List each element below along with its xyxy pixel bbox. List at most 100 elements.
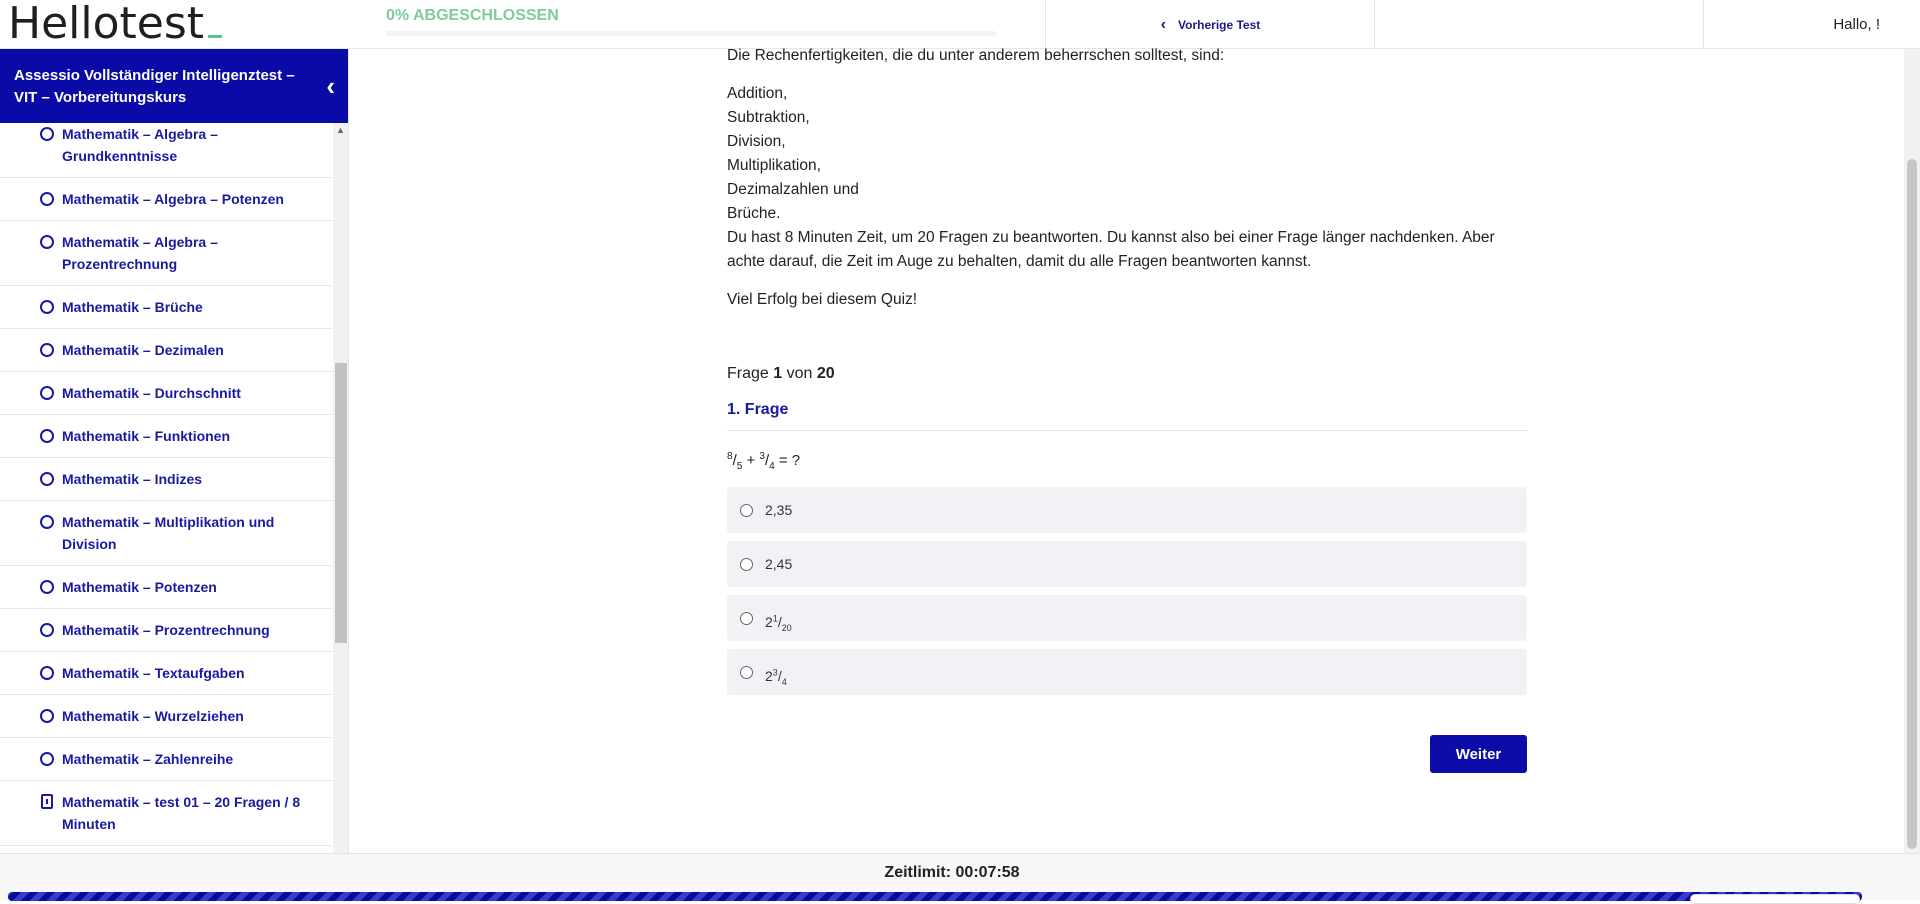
lesson-label: Mathematik – Durchschnitt — [62, 385, 241, 401]
question-title: 1. Frage — [727, 398, 1527, 431]
lesson-list: Mathematik – Algebra – Grundkenntnisse Ma… — [0, 123, 332, 853]
lesson-label: Mathematik – Algebra – Grundkenntnisse — [62, 126, 218, 164]
sidebar-lesson-item[interactable]: Mathematik – Zahlenreihe — [0, 738, 332, 781]
answer-option[interactable]: 23/4 — [727, 649, 1527, 695]
previous-test-button[interactable]: ‹ Vorherige Test — [1045, 0, 1375, 49]
sidebar-lesson-item[interactable]: Mathematik – Dezimalen — [0, 329, 332, 372]
fraction-a-denominator: 5 — [736, 461, 743, 472]
fraction-b-denominator: 4 — [769, 461, 775, 472]
sidebar-lesson-item[interactable]: Mathematik – Prozentrechnung — [0, 609, 332, 652]
radio-button[interactable] — [740, 504, 753, 517]
sidebar-lesson-item[interactable]: Mathematik – Brüche — [0, 286, 332, 329]
sidebar-lesson-item[interactable]: Mathematik – Algebra – Potenzen — [0, 178, 332, 221]
timer-bar: Zeitlimit: 00:07:58 — [0, 853, 1920, 904]
intro-text: Die Rechenfertigkeiten, die du unter and… — [727, 47, 1225, 64]
sidebar-lesson-item[interactable]: Mathematik – test 02 – 20 Fragen / 8 — [0, 846, 332, 853]
lesson-label: Mathematik – Potenzen — [62, 579, 217, 595]
lesson-status-circle-icon — [40, 192, 54, 206]
radio-button[interactable] — [740, 558, 753, 571]
skill-item: Dezimalzahlen und — [727, 181, 859, 198]
lesson-status-circle-icon — [40, 235, 54, 249]
page-scroll-thumb[interactable] — [1907, 159, 1917, 849]
answer-denominator: 4 — [781, 676, 787, 687]
equals-question: = ? — [778, 452, 801, 469]
lesson-status-circle-icon — [40, 127, 54, 141]
sidebar-lesson-item[interactable]: Mathematik – Textaufgaben — [0, 652, 332, 695]
next-button[interactable]: Weiter — [1430, 735, 1527, 773]
logo-cursor — [208, 35, 223, 38]
lesson-label: Mathematik – Indizes — [62, 471, 203, 487]
logo[interactable]: Hellotest — [8, 0, 223, 49]
sidebar-lesson-item[interactable]: Mathematik – test 01 – 20 Fragen / 8 Min… — [0, 781, 332, 846]
scroll-up-arrow-icon[interactable]: ▲ — [336, 125, 345, 135]
lesson-status-circle-icon — [40, 300, 54, 314]
collapse-sidebar-icon[interactable]: ‹ — [326, 71, 335, 102]
answer-numerator: 1 — [772, 613, 778, 623]
lesson-label: Mathematik – Textaufgaben — [62, 665, 245, 681]
answer-text: 2,35 — [765, 502, 793, 518]
sidebar-scroll-thumb[interactable] — [335, 363, 347, 643]
course-progress: 0% ABGESCHLOSSEN — [386, 7, 996, 36]
sidebar-scrollbar[interactable]: ▲ — [333, 123, 348, 853]
sidebar-lesson-item[interactable]: Mathematik – Multiplikation und Division — [0, 501, 332, 566]
answer-whole: 2 — [765, 613, 773, 630]
time-limit-label: Zeitlimit: 00:07:58 — [884, 864, 1020, 881]
lesson-label: Mathematik – Prozentrechnung — [62, 622, 270, 638]
skill-item: Brüche. — [727, 205, 781, 222]
lesson-label: Mathematik – Brüche — [62, 299, 203, 315]
radio-button[interactable] — [740, 666, 753, 679]
question-of: von — [786, 365, 813, 382]
course-title: Assessio Vollständiger Intelligenztest –… — [14, 67, 295, 106]
lesson-label: Mathematik – test 01 – 20 Fragen / 8 Min… — [62, 794, 301, 832]
sidebar-lesson-item[interactable]: Mathematik – Wurzelziehen — [0, 695, 332, 738]
chevron-left-icon: ‹ — [1160, 15, 1167, 33]
answer-denominator: 20 — [781, 622, 792, 633]
time-note: Du hast 8 Minuten Zeit, um 20 Fragen zu … — [727, 229, 1495, 270]
answer-option[interactable]: 2,35 — [727, 487, 1527, 533]
page-scrollbar[interactable] — [1904, 49, 1920, 853]
skill-item: Addition, — [727, 85, 788, 102]
lesson-label: Mathematik – Wurzelziehen — [62, 708, 244, 724]
lesson-label: Mathematik – Multiplikation und Division — [62, 514, 275, 552]
sidebar-lesson-item[interactable]: Mathematik – Algebra – Prozentrechnung — [0, 221, 332, 286]
radio-button[interactable] — [740, 612, 753, 625]
top-header: Hellotest 0% ABGESCHLOSSEN ‹ Vorherige T… — [0, 0, 1920, 49]
course-header: Assessio Vollständiger Intelligenztest –… — [0, 49, 348, 123]
skill-item: Division, — [727, 133, 786, 150]
progress-label: 0% ABGESCHLOSSEN — [386, 7, 559, 24]
lesson-status-circle-icon — [40, 580, 54, 594]
sidebar-lesson-item[interactable]: Mathematik – Funktionen — [0, 415, 332, 458]
quiz-icon — [41, 794, 53, 809]
quiz-content: Die Rechenfertigkeiten, die du unter and… — [727, 44, 1527, 773]
sidebar-lesson-item[interactable]: Mathematik – Potenzen — [0, 566, 332, 609]
lesson-status-circle-icon — [40, 515, 54, 529]
lesson-status-circle-icon — [40, 429, 54, 443]
plus-sign: + — [746, 452, 756, 469]
question-current: 1 — [773, 365, 783, 382]
lesson-status-circle-icon — [40, 386, 54, 400]
progress-bar — [386, 31, 996, 36]
course-sidebar: Assessio Vollständiger Intelligenztest –… — [0, 49, 349, 853]
skills-list: Addition, Subtraktion, Division, Multiplika… — [727, 82, 1527, 226]
answer-option[interactable]: 2,45 — [727, 541, 1527, 587]
question-prefix: Frage — [727, 365, 769, 382]
logo-text: Hellotest — [8, 0, 205, 49]
fraction-b-numerator: 3 — [759, 451, 765, 462]
user-greeting[interactable]: Hallo, ! — [1703, 0, 1920, 49]
good-luck-text: Viel Erfolg bei diesem Quiz! — [727, 291, 918, 308]
sidebar-lesson-item[interactable]: Mathematik – Durchschnitt — [0, 372, 332, 415]
answer-text: 2,45 — [765, 556, 793, 572]
skill-item: Subtraktion, — [727, 109, 810, 126]
previous-test-label: Vorherige Test — [1178, 17, 1261, 32]
answer-option[interactable]: 21/20 — [727, 595, 1527, 641]
lesson-label: Mathematik – Funktionen — [62, 428, 231, 444]
timer-pill — [1690, 894, 1860, 904]
header-empty-cell — [1374, 0, 1704, 49]
lesson-status-circle-icon — [40, 752, 54, 766]
answer-text: 21/20 — [765, 613, 792, 633]
lesson-status-circle-icon — [40, 472, 54, 486]
question-counter: Frage 1 von 20 — [727, 362, 1527, 386]
sidebar-lesson-item[interactable]: Mathematik – Indizes — [0, 458, 332, 501]
sidebar-lesson-item[interactable]: Mathematik – Algebra – Grundkenntnisse — [0, 123, 332, 178]
lesson-status-circle-icon — [40, 623, 54, 637]
